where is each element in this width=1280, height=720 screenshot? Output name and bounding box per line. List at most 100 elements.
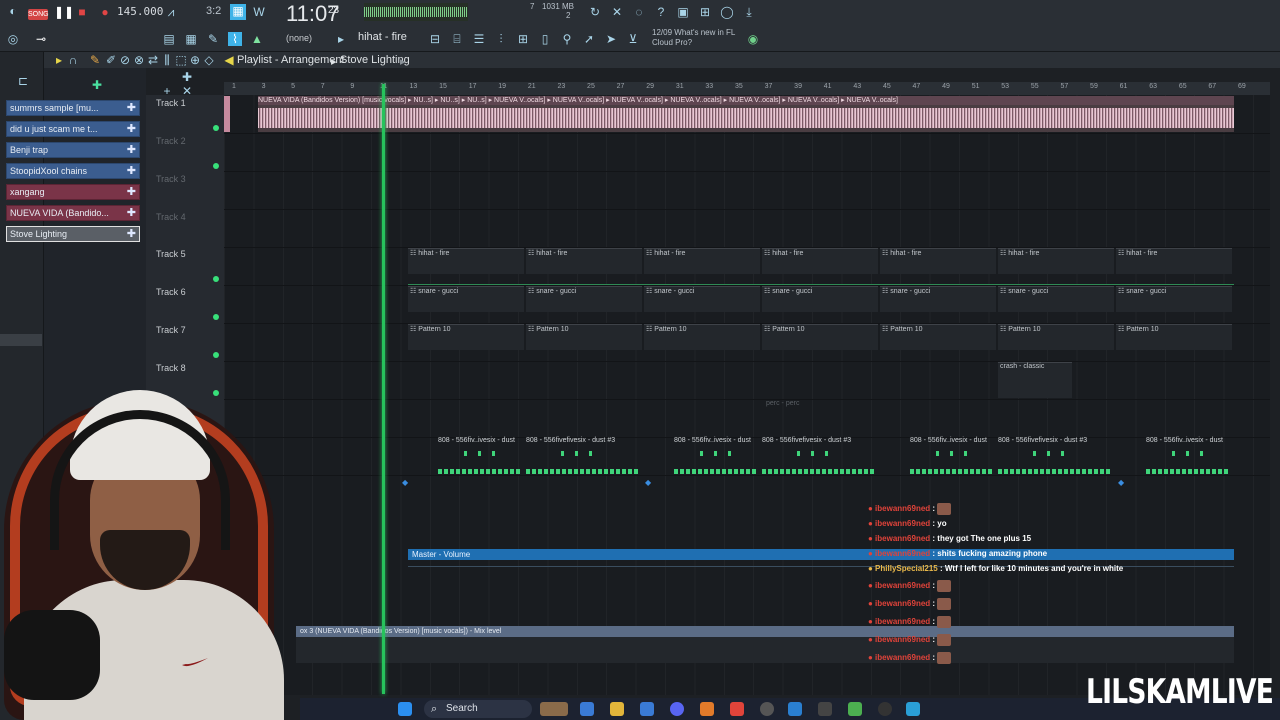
pattern-clip[interactable]: crash - classic <box>998 362 1072 398</box>
pattern-clip[interactable]: ☷ Pattern 10 <box>880 324 996 350</box>
app-icon[interactable] <box>878 702 892 716</box>
folder-icon[interactable]: ⊏ <box>16 74 30 88</box>
pattern-clip[interactable]: ☷ snare - gucci <box>408 286 524 312</box>
master-pitch-icon[interactable]: ⊸ <box>34 32 48 46</box>
copilot-icon[interactable] <box>580 702 594 716</box>
piano-roll-clip[interactable]: 808 - 556fiv..ivesix - dust <box>674 437 762 474</box>
pattern-clip[interactable]: ☷ Pattern 10 <box>526 324 642 350</box>
brave-icon[interactable] <box>730 702 744 716</box>
channel-rack-icon[interactable]: ✎ <box>206 32 220 46</box>
telegram-icon[interactable] <box>788 702 802 716</box>
track-mute-led[interactable] <box>213 163 219 169</box>
pattern-clip[interactable]: ☷ snare - gucci <box>762 286 878 312</box>
news-panel[interactable]: 12/09 What's new in FL Cloud Pro? <box>652 28 742 48</box>
fl-studio-taskbar-icon[interactable] <box>700 702 714 716</box>
app-icon[interactable] <box>818 702 832 716</box>
discord-icon[interactable] <box>670 702 684 716</box>
chrome-icon[interactable] <box>760 702 774 716</box>
automation-point-icon[interactable]: ◆ <box>1118 478 1126 487</box>
pattern-clip[interactable]: ☷ snare - gucci <box>644 286 760 312</box>
widgets-icon[interactable] <box>540 702 568 716</box>
pattern-clip[interactable]: ☷ snare - gucci <box>526 286 642 312</box>
snap-icon[interactable]: ⌇ <box>228 32 242 46</box>
pattern-clip[interactable]: ☷ hihat - fire <box>526 248 642 274</box>
pattern-clip[interactable]: ☷ Pattern 10 <box>998 324 1114 350</box>
track-label[interactable]: Track 2 <box>156 136 186 146</box>
wait-icon[interactable]: W <box>252 5 266 19</box>
add-icon[interactable]: ✚ <box>127 101 136 115</box>
metronome-icon[interactable]: ⩘ <box>164 5 178 19</box>
piano-roll-clip[interactable]: 808 - 556fiv..ivesix - dust <box>910 437 998 474</box>
chat-username[interactable]: ● ibewann69ned <box>868 534 930 543</box>
pattern-selector[interactable]: (none) <box>286 33 312 43</box>
list-icon[interactable]: ☰ <box>472 32 486 46</box>
tempo-display[interactable]: 145.000 <box>117 5 163 18</box>
knob-icon[interactable]: ◎ <box>6 32 20 46</box>
picker-item[interactable]: Benji trap ✚ <box>6 142 140 158</box>
playlist-icon[interactable]: ▤ <box>162 32 176 46</box>
track-mute-led[interactable] <box>213 352 219 358</box>
delete-icon[interactable]: ⊘ <box>118 53 132 67</box>
refresh-icon[interactable]: ↻ <box>588 5 602 19</box>
picker-item[interactable]: summrs sample [mu... ✚ <box>6 100 140 116</box>
slice-icon[interactable]: ⫼ <box>160 53 174 67</box>
track-label[interactable]: Track 7 <box>156 325 186 335</box>
select-icon[interactable]: ⬚ <box>174 53 188 67</box>
pattern-clip[interactable]: ☷ hihat - fire <box>998 248 1114 274</box>
chat-icon[interactable]: ◯ <box>720 5 734 19</box>
app-icon[interactable] <box>906 702 920 716</box>
add-icon[interactable]: ✚ <box>127 122 136 136</box>
track-label[interactable]: Track 3 <box>156 174 186 184</box>
automation-point-icon[interactable]: ◆ <box>645 478 653 487</box>
store-icon[interactable] <box>640 702 654 716</box>
plug-icon[interactable]: ⚲ <box>560 32 574 46</box>
playlist-grid[interactable] <box>224 95 1270 695</box>
slip-icon[interactable]: ⇄ <box>146 53 160 67</box>
magnet-icon[interactable]: ∩ <box>66 53 80 67</box>
pattern-clip[interactable]: ☷ Pattern 10 <box>762 324 878 350</box>
piano-roll-icon[interactable]: ▦ <box>184 32 198 46</box>
sliders-icon[interactable]: ⫶ <box>494 32 508 46</box>
song-mode-button[interactable]: SONG <box>28 9 49 20</box>
play-icon[interactable]: ❚❚ <box>54 5 74 19</box>
chat-username[interactable]: ● PhillySpecial215 <box>868 564 938 573</box>
chat-username[interactable]: ● ibewann69ned <box>868 635 930 644</box>
zoom-icon[interactable]: ⊕ <box>188 53 202 67</box>
chat-username[interactable]: ● ibewann69ned <box>868 617 930 626</box>
pattern-clip-muted[interactable]: perc - perc <box>764 400 868 426</box>
time-signature[interactable]: 3:2 <box>206 5 221 17</box>
record-settings-icon[interactable]: ⊟ <box>428 32 442 46</box>
piano-roll-clip[interactable]: 808 - 556fiv..ivesix - dust <box>438 437 526 474</box>
piano-roll-clip[interactable]: 808 - 556fivefivesix - dust #3 <box>526 437 644 474</box>
chat-username[interactable]: ● ibewann69ned <box>868 504 930 513</box>
file-explorer-icon[interactable] <box>610 702 624 716</box>
chat-username[interactable]: ● ibewann69ned <box>868 599 930 608</box>
send-icon[interactable]: ➤ <box>604 32 618 46</box>
track-mute-led[interactable] <box>213 314 219 320</box>
file-icon[interactable]: ▯ <box>538 32 552 46</box>
browser-icon[interactable]: ⊞ <box>516 32 530 46</box>
windows-start-icon[interactable] <box>398 702 412 716</box>
pattern-clip[interactable]: ☷ Pattern 10 <box>1116 324 1232 350</box>
fl-logo-icon[interactable]: ◐ <box>6 4 20 18</box>
pattern-clip[interactable]: ☷ hihat - fire <box>762 248 878 274</box>
pencil-icon[interactable]: ✎ <box>88 53 102 67</box>
add-icon[interactable]: ✚ <box>127 143 136 157</box>
pattern-clip[interactable]: ☷ hihat - fire <box>644 248 760 274</box>
add-icon[interactable]: ✚ <box>127 206 136 220</box>
collapse-icon[interactable]: ✚ <box>180 70 194 84</box>
pattern-clip[interactable]: ☷ hihat - fire <box>1116 248 1232 274</box>
download-icon[interactable]: ⤓ <box>742 5 756 19</box>
playback-icon[interactable]: ◇ <box>202 53 216 67</box>
loop-start-marker[interactable] <box>224 96 230 132</box>
add-icon[interactable]: ✚ <box>127 185 136 199</box>
picker-item[interactable]: NUEVA VIDA (Bandido... ✚ <box>6 205 140 221</box>
picker-item[interactable]: StoopidXool chains ✚ <box>6 163 140 179</box>
add-icon[interactable]: ✚ <box>127 164 136 178</box>
cursor-icon[interactable]: ➚ <box>582 32 596 46</box>
taskbar-search[interactable]: ⌕ Search <box>424 700 532 718</box>
chat-username[interactable]: ● ibewann69ned <box>868 653 930 662</box>
picker-item[interactable]: Stove Lighting ✚ <box>6 226 140 242</box>
add-marker-icon[interactable]: ✚ <box>90 78 104 92</box>
brush-icon[interactable]: ✐ <box>104 53 118 67</box>
